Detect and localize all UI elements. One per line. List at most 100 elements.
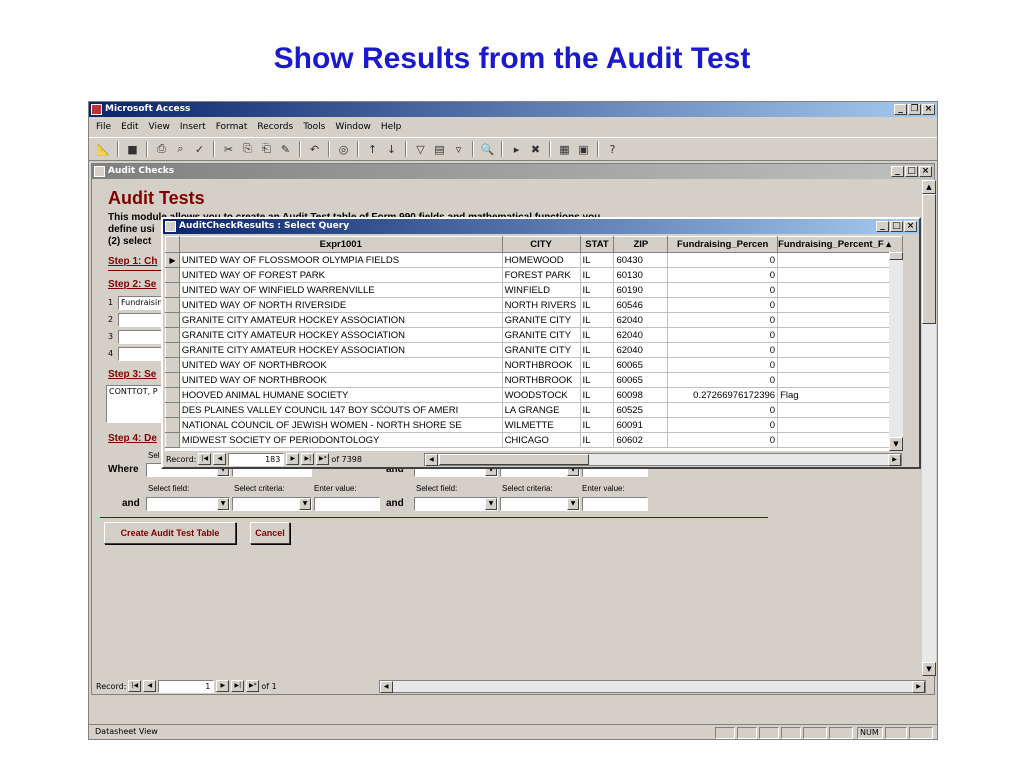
help-icon[interactable]: ?: [604, 141, 621, 158]
cell-city[interactable]: LA GRANGE: [502, 402, 581, 418]
grid-scroll-thumb[interactable]: [889, 252, 903, 260]
cell-fundraising-flag[interactable]: [777, 342, 903, 358]
cell-name[interactable]: UNITED WAY OF NORTHBROOK: [179, 357, 503, 373]
delete-record-icon[interactable]: ✖: [527, 141, 544, 158]
record-selector[interactable]: [165, 417, 180, 433]
cell-name[interactable]: UNITED WAY OF WINFIELD WARRENVILLE: [179, 282, 503, 298]
undo-icon[interactable]: ↶: [306, 141, 323, 158]
cell-fundraising-flag[interactable]: [777, 417, 903, 433]
sort-ascending-icon[interactable]: ↑: [364, 141, 381, 158]
table-row[interactable]: UNITED WAY OF NORTHBROOK NORTHBROOK IL 6006…: [165, 372, 903, 388]
and-value-input-1[interactable]: [314, 497, 380, 511]
cell-city[interactable]: NORTH RIVERS: [502, 297, 581, 313]
menu-file[interactable]: File: [95, 122, 112, 132]
view-icon[interactable]: 📐: [95, 141, 112, 158]
restore-button[interactable]: ❐: [908, 104, 921, 115]
table-row[interactable]: UNITED WAY OF NORTH RIVERSIDE NORTH RIVER…: [165, 297, 903, 313]
format-painter-icon[interactable]: ✎: [277, 141, 294, 158]
cell-zip[interactable]: 60091: [613, 417, 669, 433]
cell-city[interactable]: GRANITE CITY: [502, 312, 581, 328]
cell-state[interactable]: IL: [580, 327, 615, 343]
cell-zip[interactable]: 60065: [613, 357, 669, 373]
record-selector[interactable]: [165, 402, 180, 418]
cell-name[interactable]: UNITED WAY OF FOREST PARK: [179, 267, 503, 283]
find-icon[interactable]: 🔍: [479, 141, 496, 158]
cell-zip[interactable]: 62040: [613, 342, 669, 358]
menu-format[interactable]: Format: [215, 122, 249, 132]
table-row[interactable]: GRANITE CITY AMATEUR HOCKEY ASSOCIATION G…: [165, 327, 903, 343]
hyperlink-icon[interactable]: ◎: [335, 141, 352, 158]
cell-fundraising-flag[interactable]: [777, 357, 903, 373]
record-selector[interactable]: [165, 282, 180, 298]
scroll-right-icon[interactable]: ▶: [912, 680, 925, 693]
cell-fundraising-flag[interactable]: [777, 327, 903, 343]
and-criteria-select-2[interactable]: ▼: [500, 497, 580, 511]
prev-record-icon[interactable]: ◀: [143, 680, 157, 692]
form-record-number[interactable]: 1: [158, 679, 215, 693]
cell-state[interactable]: IL: [580, 342, 615, 358]
table-row[interactable]: UNITED WAY OF WINFIELD WARRENVILLE WINFIE…: [165, 282, 903, 298]
cell-name[interactable]: GRANITE CITY AMATEUR HOCKEY ASSOCIATION: [179, 327, 503, 343]
cell-state[interactable]: IL: [580, 417, 615, 433]
query-maximize-button[interactable]: □: [890, 221, 903, 232]
new-record-nav-icon[interactable]: ▶*: [246, 680, 260, 692]
query-minimize-button[interactable]: _: [876, 221, 889, 232]
cell-city[interactable]: NORTHBROOK: [502, 372, 581, 388]
copy-icon[interactable]: ⎘: [239, 141, 256, 158]
cell-name[interactable]: HOOVED ANIMAL HUMANE SOCIETY: [179, 387, 503, 403]
cell-fundraising-flag[interactable]: [777, 297, 903, 313]
column-header-fundraising-percent[interactable]: Fundraising_Percen: [667, 236, 779, 253]
query-last-record-icon[interactable]: ▶|: [301, 453, 315, 465]
cell-state[interactable]: IL: [580, 267, 615, 283]
menu-tools[interactable]: Tools: [302, 122, 326, 132]
cell-name[interactable]: UNITED WAY OF FLOSSMOOR OLYMPIA FIELDS: [179, 252, 503, 268]
spelling-icon[interactable]: ✓: [191, 141, 208, 158]
filter-by-form-icon[interactable]: ▤: [431, 141, 448, 158]
cell-zip[interactable]: 60430: [613, 252, 669, 268]
cell-fundraising-flag[interactable]: Flag: [777, 387, 903, 403]
cell-fundraising-percent[interactable]: 0: [667, 267, 779, 283]
menu-records[interactable]: Records: [256, 122, 294, 132]
cut-icon[interactable]: ✂: [220, 141, 237, 158]
cell-city[interactable]: CHICAGO: [502, 432, 581, 448]
record-selector[interactable]: [165, 372, 180, 388]
cell-state[interactable]: IL: [580, 297, 615, 313]
cell-city[interactable]: WINFIELD: [502, 282, 581, 298]
cell-fundraising-percent[interactable]: 0.27266976172396: [667, 387, 779, 403]
record-selector[interactable]: [165, 432, 180, 448]
record-selector[interactable]: [165, 297, 180, 313]
cell-fundraising-flag[interactable]: [777, 402, 903, 418]
cell-name[interactable]: UNITED WAY OF NORTHBROOK: [179, 372, 503, 388]
last-record-icon[interactable]: ▶|: [231, 680, 245, 692]
and-value-input-2[interactable]: [582, 497, 648, 511]
form-maximize-button[interactable]: □: [905, 166, 918, 177]
cell-fundraising-flag[interactable]: [777, 267, 903, 283]
record-selector[interactable]: ▶: [165, 252, 180, 268]
form-minimize-button[interactable]: _: [891, 166, 904, 177]
cell-fundraising-percent[interactable]: 0: [667, 312, 779, 328]
cell-zip[interactable]: 60190: [613, 282, 669, 298]
minimize-button[interactable]: _: [894, 104, 907, 115]
record-selector[interactable]: [165, 342, 180, 358]
and-criteria-select-1[interactable]: ▼: [232, 497, 312, 511]
cell-state[interactable]: IL: [580, 282, 615, 298]
print-preview-icon[interactable]: ⌕: [172, 141, 189, 158]
cell-zip[interactable]: 60130: [613, 267, 669, 283]
cell-name[interactable]: MIDWEST SOCIETY OF PERIODONTOLOGY: [179, 432, 503, 448]
sort-descending-icon[interactable]: ↓: [383, 141, 400, 158]
record-selector[interactable]: [165, 312, 180, 328]
scroll-left-icon[interactable]: ◀: [379, 680, 393, 693]
next-record-icon[interactable]: ▶: [216, 680, 230, 692]
cell-state[interactable]: IL: [580, 312, 615, 328]
scroll-up-icon[interactable]: ▲: [922, 180, 936, 194]
apply-filter-icon[interactable]: ▿: [450, 141, 467, 158]
menu-view[interactable]: View: [148, 122, 171, 132]
cell-city[interactable]: WOODSTOCK: [502, 387, 581, 403]
cell-fundraising-percent[interactable]: 0: [667, 252, 779, 268]
grid-vertical-scrollbar[interactable]: ▼: [889, 252, 903, 451]
column-header-city[interactable]: CITY: [501, 236, 581, 253]
cell-name[interactable]: NATIONAL COUNCIL OF JEWISH WOMEN - NORTH…: [179, 417, 503, 433]
cell-fundraising-flag[interactable]: [777, 372, 903, 388]
first-record-icon[interactable]: |◀: [128, 680, 142, 692]
cell-zip[interactable]: 60525: [613, 402, 669, 418]
